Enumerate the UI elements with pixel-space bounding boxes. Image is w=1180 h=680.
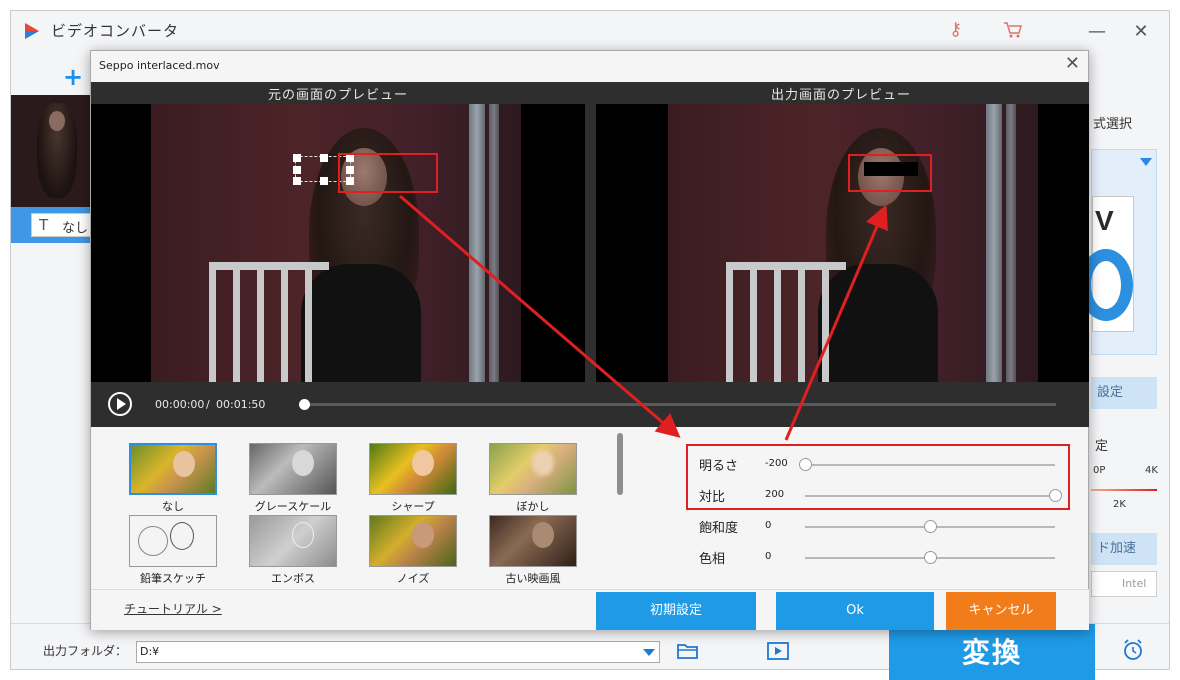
quality-tick-low: 0P [1093,465,1106,476]
output-folder-value: D:¥ [140,645,160,658]
quality-tick-mid: 2K [1113,499,1126,510]
add-file-icon[interactable]: + [63,63,83,91]
saturation-row: 飽和度 0 [691,515,1061,539]
cancel-button[interactable]: キャンセル [946,592,1056,630]
filter-blur[interactable]: ぼかし [489,443,577,514]
file-list-panel: T なし [11,95,91,245]
quality-slider[interactable] [1091,489,1157,491]
subtitle-value: なし [62,221,89,236]
saturation-knob[interactable] [924,520,937,533]
time-separator: / [206,398,210,411]
preview-area: 元の画面のプレビュー 出力画面のプレビュー 00:00:00 / 00:01:5… [91,82,1089,427]
saturation-label: 飽和度 [699,521,739,536]
filter-label: ノイズ [396,572,430,585]
title-bar: ビデオコンバータ ⚷ — ✕ [11,11,1169,53]
total-time: 00:01:50 [216,398,266,411]
seek-knob[interactable] [299,399,310,410]
cart-icon[interactable] [1003,21,1023,39]
original-video-preview [91,104,585,382]
filter-label: なし [162,500,184,513]
filter-scrollbar[interactable] [617,433,623,495]
filter-thumbnail [369,443,457,495]
filter-label: 鉛筆スケッチ [140,572,206,585]
filter-grid: なし グレースケール シャープ ぼかし 鉛筆スケッチ エンボス ノイズ 古い映画… [91,427,631,587]
playback-bar: 00:00:00 / 00:01:50 [91,382,1089,427]
filter-thumbnail [249,515,337,567]
filter-thumbnail [129,443,217,495]
filter-thumbnail [129,515,217,567]
minimize-button[interactable]: — [1077,17,1117,47]
dialog-footer: チュートリアル > 初期設定 Ok キャンセル [91,589,1089,630]
annotation-box-original [338,153,438,193]
output-preview-label: 出力画面のプレビュー [771,88,912,103]
output-folder-input[interactable]: D:¥ [136,641,660,663]
output-scene-image [668,104,1038,382]
convert-button[interactable]: 変換 [889,624,1095,680]
text-icon: T [39,216,49,234]
output-video-preview [596,104,1089,382]
alarm-clock-icon[interactable] [1121,638,1145,662]
video-folder-icon[interactable] [767,641,789,661]
hw-accel-label: ド加速 [1097,541,1137,556]
filter-none[interactable]: なし [129,443,217,514]
format-select-label: 式選択 [1093,117,1133,132]
filter-pencil-sketch[interactable]: 鉛筆スケッチ [129,515,217,586]
hue-knob[interactable] [924,551,937,564]
hue-label: 色相 [699,552,726,567]
intel-label: Intel [1122,577,1147,590]
filter-thumbnail [249,443,337,495]
folder-icon[interactable] [677,642,699,660]
right-settings-panel: 式選択 V 設定 定 0P 4K 2K ド加速 Intel [1079,95,1171,615]
filter-label: ぼかし [516,500,550,513]
saturation-value: 0 [765,520,772,531]
intel-badge[interactable]: Intel [1091,571,1157,597]
play-button[interactable] [108,392,132,416]
filter-label: シャープ [391,500,435,513]
current-time: 00:00:00 [155,398,205,411]
dialog-close-button[interactable]: ✕ [1065,53,1080,74]
app-title: ビデオコンバータ [51,22,180,40]
filter-grayscale[interactable]: グレースケール [249,443,337,514]
hw-accel-button[interactable]: ド加速 [1091,533,1157,565]
quality-tick-high: 4K [1145,465,1158,476]
ok-button[interactable]: Ok [776,592,934,630]
original-preview-label: 元の画面のプレビュー [268,88,409,103]
play-icon [117,398,126,410]
filter-thumbnail [369,515,457,567]
output-folder-label: 出力フォルダ： [43,644,128,658]
original-scene-image [151,104,521,382]
filter-emboss[interactable]: エンボス [249,515,337,586]
app-logo-icon [25,23,39,39]
filter-old-film[interactable]: 古い映画風 [489,515,577,586]
filter-thumbnail [489,443,577,495]
hue-row: 色相 0 [691,546,1061,570]
reset-button[interactable]: 初期設定 [596,592,756,630]
seek-bar[interactable] [304,403,1056,406]
close-button[interactable]: ✕ [1121,17,1161,47]
mov-format-icon: V [1079,196,1134,332]
effects-dialog: Seppo interlaced.mov ✕ 元の画面のプレビュー 出力画面のプ… [90,50,1089,630]
filter-label: グレースケール [254,500,332,513]
chevron-down-icon[interactable] [1140,158,1152,166]
chevron-down-icon[interactable] [643,649,655,656]
settings-label: 設定 [1097,385,1124,400]
filter-sharpen[interactable]: シャープ [369,443,457,514]
video-thumbnail[interactable] [11,95,91,207]
quality-label: 定 [1095,439,1109,454]
subtitle-selector-row: T なし [11,207,91,243]
annotation-box-output [848,154,932,192]
output-format-box[interactable]: V [1079,149,1157,355]
key-icon[interactable]: ⚷ [949,19,962,40]
settings-button[interactable]: 設定 [1091,377,1157,409]
tutorial-link[interactable]: チュートリアル > [124,600,222,617]
filter-thumbnail [489,515,577,567]
annotation-box-sliders [686,444,1070,510]
subtitle-select[interactable]: T なし [31,213,91,237]
filter-label: 古い映画風 [505,572,561,585]
filter-label: エンボス [271,572,315,585]
dialog-title: Seppo interlaced.mov [99,59,220,72]
hue-value: 0 [765,551,772,562]
filter-noise[interactable]: ノイズ [369,515,457,586]
